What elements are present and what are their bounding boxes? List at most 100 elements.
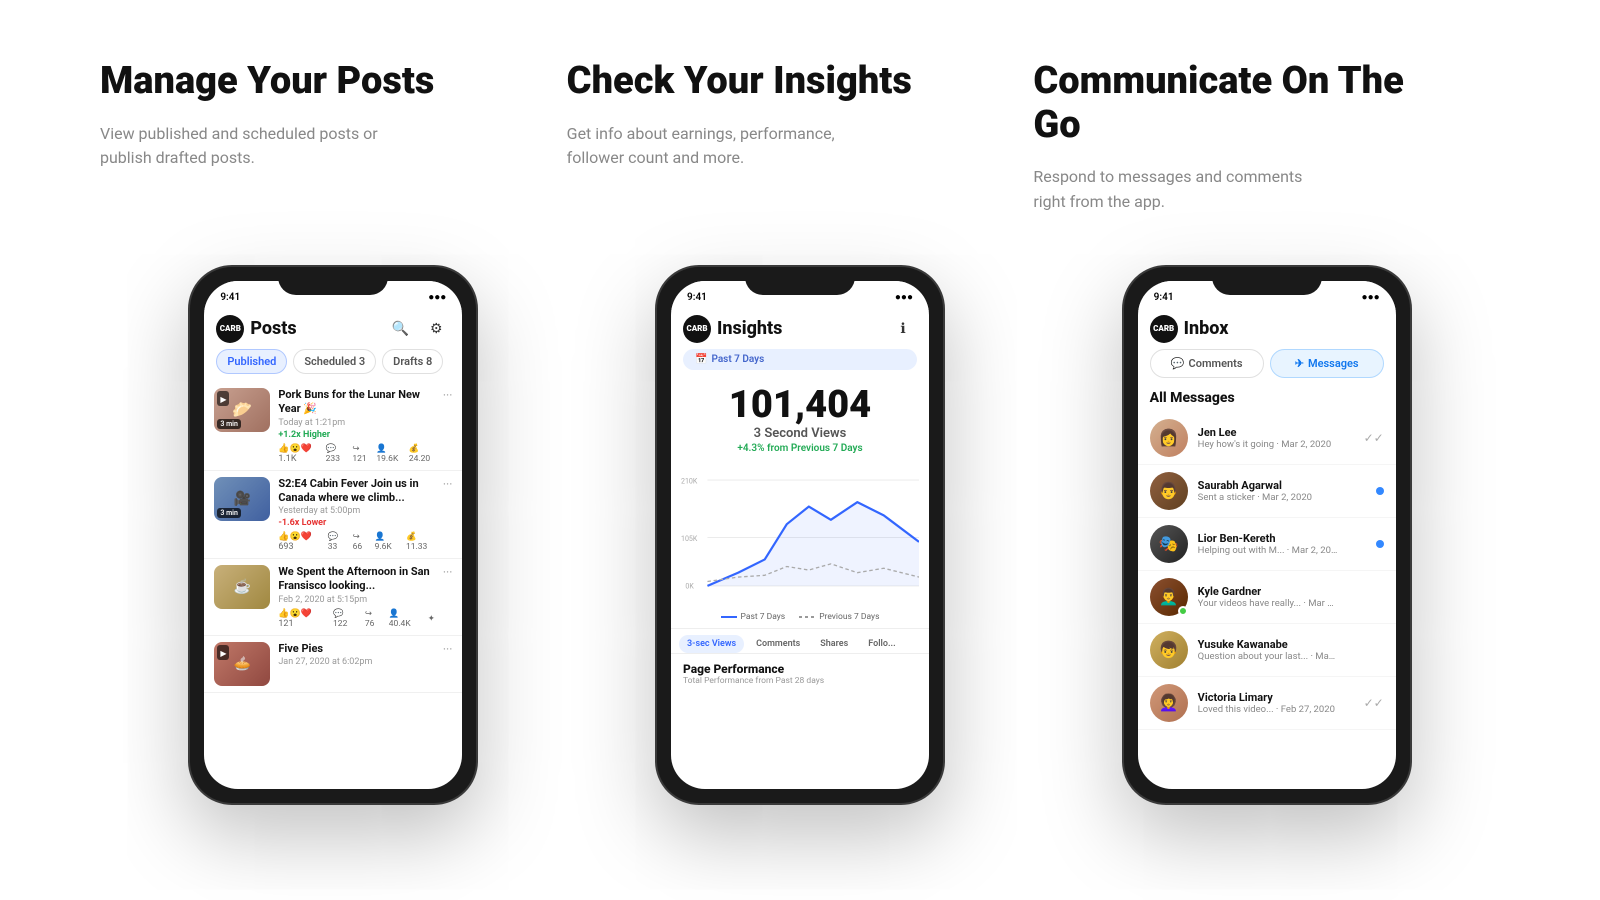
msg-preview-3: Helping out with M... · Mar 2, 2020	[1198, 545, 1338, 556]
post-menu-4[interactable]: ···	[443, 642, 452, 656]
insight-tab-comments[interactable]: Comments	[748, 635, 808, 653]
inbox-tabs: 💬 Comments ✈ Messages	[1138, 349, 1396, 386]
earnings-1: 💰 24.20	[409, 444, 435, 464]
tab-scheduled[interactable]: Scheduled 3	[293, 349, 376, 374]
phone-inbox-wrapper: 9:41 ●●● CARB Inbox 💬	[1033, 265, 1500, 805]
message-item-3[interactable]: 🎭 Lior Ben-Kereth Helping out with M... …	[1138, 518, 1396, 571]
insight-header: CARB Insights ℹ	[671, 311, 929, 349]
msg-meta-2	[1376, 487, 1384, 495]
phone-insights-screen: 9:41 ●●● CARB Insights ℹ 📅	[671, 281, 929, 789]
feature-title-posts: Manage Your Posts	[100, 60, 527, 104]
unread-dot-3	[1376, 540, 1384, 548]
unread-dot-2	[1376, 487, 1384, 495]
insight-tab-followers[interactable]: Follo...	[860, 635, 903, 653]
post-thumb-2: 🎥 3 min	[214, 477, 270, 521]
status-time-2: 9:41	[687, 292, 707, 303]
comments-3: 💬 122	[333, 609, 359, 629]
post-item-2: 🎥 3 min S2:E4 Cabin Fever Join us in Can…	[204, 471, 462, 560]
feature-desc-posts: View published and scheduled posts or pu…	[100, 122, 400, 172]
inbox-app: CARB Inbox 💬 Comments ✈ Messages	[1138, 311, 1396, 730]
status-icons-3: ●●●	[1362, 292, 1380, 303]
post-time-2: Yesterday at 5:00pm	[278, 506, 435, 516]
message-item-6[interactable]: 👩‍🦱 Victoria Limary Loved this video... …	[1138, 677, 1396, 730]
post-item-4: 🥧 ▶ Five Pies Jan 27, 2020 at 6:02pm ··	[204, 636, 462, 693]
filter-icon-posts[interactable]: ⚙	[422, 315, 450, 343]
message-item-5[interactable]: 👦 Yusuke Kawanabe Question about your la…	[1138, 624, 1396, 677]
legend-previous: Previous 7 Days	[799, 612, 879, 622]
avatar-kyle: 👨‍🦱	[1150, 578, 1188, 616]
phone-insights-wrapper: 9:41 ●●● CARB Insights ℹ 📅	[567, 265, 1034, 805]
msg-name-4: Kyle Gardner	[1198, 585, 1374, 598]
avatar-lior: 🎭	[1150, 525, 1188, 563]
msg-preview-2: Sent a sticker · Mar 2, 2020	[1198, 492, 1338, 503]
tab-comments-inbox[interactable]: 💬 Comments	[1150, 349, 1264, 378]
tab-comments-label: Comments	[1189, 357, 1243, 370]
post-title-4: Five Pies	[278, 642, 435, 656]
msg-name-3: Lior Ben-Kereth	[1198, 532, 1366, 545]
feature-title-communicate: Communicate On The Go	[1033, 60, 1460, 147]
msg-meta-3	[1376, 540, 1384, 548]
insights-chart: 210K 105K 0K	[681, 458, 919, 608]
carb-logo-3: CARB	[1150, 315, 1178, 343]
post-item-1: 🥟 3 min ▶ Pork Buns for the Lunar New Ye…	[204, 382, 462, 471]
comment-bubble-icon: 💬	[1171, 357, 1185, 370]
all-messages-title: All Messages	[1138, 386, 1396, 412]
legend-label-current: Past 7 Days	[741, 612, 786, 622]
date-range-btn[interactable]: 📅 Past 7 Days	[683, 349, 917, 370]
posts-tab-bar: Published Scheduled 3 Drafts 8	[204, 349, 462, 374]
phone-posts-wrapper: 9:41 ●●● CARB Posts 🔍 ⚙	[100, 265, 567, 805]
tab-drafts[interactable]: Drafts 8	[382, 349, 443, 374]
app-title-insights: Insights	[717, 318, 782, 339]
post-title-2: S2:E4 Cabin Fever Join us in Canada wher…	[278, 477, 435, 506]
msg-meta-1: ✓✓	[1364, 431, 1384, 445]
msg-content-6: Victoria Limary Loved this video... · Fe…	[1198, 691, 1354, 715]
msg-preview-5: Question about your last... · Mar 1, 202…	[1198, 651, 1338, 662]
search-icon-posts[interactable]: 🔍	[386, 315, 414, 343]
check-icon-1: ✓✓	[1364, 431, 1384, 445]
followers-1: 👤 19.6K	[376, 444, 402, 464]
thumb-badge-1: 3 min	[217, 419, 241, 429]
app-header-left-insights: CARB Insights	[683, 315, 782, 343]
message-item-1[interactable]: 👩 Jen Lee Hey how's it going · Mar 2, 20…	[1138, 412, 1396, 465]
post-item-3: ☕ We Spent the Afternoon in San Fransisc…	[204, 559, 462, 636]
insight-tab-shares[interactable]: Shares	[812, 635, 856, 653]
phone-notch-3	[1212, 267, 1322, 295]
legend-line-current	[721, 616, 737, 618]
phone-inbox-screen: 9:41 ●●● CARB Inbox 💬	[1138, 281, 1396, 789]
info-icon-insights[interactable]: ℹ	[889, 315, 917, 343]
post-time-1: Today at 1:21pm	[278, 418, 435, 428]
tab-messages-inbox[interactable]: ✈ Messages	[1270, 349, 1384, 378]
msg-name-6: Victoria Limary	[1198, 691, 1354, 704]
post-menu-2[interactable]: ···	[443, 477, 452, 491]
post-menu-1[interactable]: ···	[443, 388, 452, 402]
msg-content-4: Kyle Gardner Your videos have really... …	[1198, 585, 1374, 609]
avatar-saurabh: 👨	[1150, 472, 1188, 510]
svg-text:210K: 210K	[681, 477, 698, 486]
post-info-1: Pork Buns for the Lunar New Year 🎉 Today…	[278, 388, 435, 464]
post-menu-3[interactable]: ···	[443, 565, 452, 579]
shares-2: ↪ 66	[353, 532, 369, 552]
post-thumb-1: 🥟 3 min ▶	[214, 388, 270, 432]
post-title-3: We Spent the Afternoon in San Fransisco …	[278, 565, 435, 594]
post-title-1: Pork Buns for the Lunar New Year 🎉	[278, 388, 435, 417]
reactions-2: 👍😮❤️ 693	[278, 532, 321, 552]
message-item-4[interactable]: 👨‍🦱 Kyle Gardner Your videos have really…	[1138, 571, 1396, 624]
msg-content-2: Saurabh Agarwal Sent a sticker · Mar 2, …	[1198, 479, 1366, 503]
carb-logo-2: CARB	[683, 315, 711, 343]
carb-logo-1: CARB	[216, 315, 244, 343]
tab-published[interactable]: Published	[216, 349, 287, 374]
message-item-2[interactable]: 👨 Saurabh Agarwal Sent a sticker · Mar 2…	[1138, 465, 1396, 518]
svg-text:105K: 105K	[681, 534, 698, 543]
post-stats-1: 👍😮❤️ 1.1K 💬 233 ↪ 121 👤 19.6K 💰 24.20	[278, 444, 435, 464]
msg-content-5: Yusuke Kawanabe Question about your last…	[1198, 638, 1374, 662]
phone-notch-2	[745, 267, 855, 295]
msg-name-5: Yusuke Kawanabe	[1198, 638, 1374, 651]
phone-posts-frame: 9:41 ●●● CARB Posts 🔍 ⚙	[188, 265, 478, 805]
post-time-4: Jan 27, 2020 at 6:02pm	[278, 657, 435, 667]
svg-text:0K: 0K	[685, 582, 694, 591]
chart-area: 210K 105K 0K	[671, 458, 929, 608]
earnings-3: ✦	[428, 614, 435, 624]
avatar-jen: 👩	[1150, 419, 1188, 457]
msg-meta-6: ✓✓	[1364, 696, 1384, 710]
insight-tab-3sec[interactable]: 3-sec Views	[679, 635, 744, 653]
